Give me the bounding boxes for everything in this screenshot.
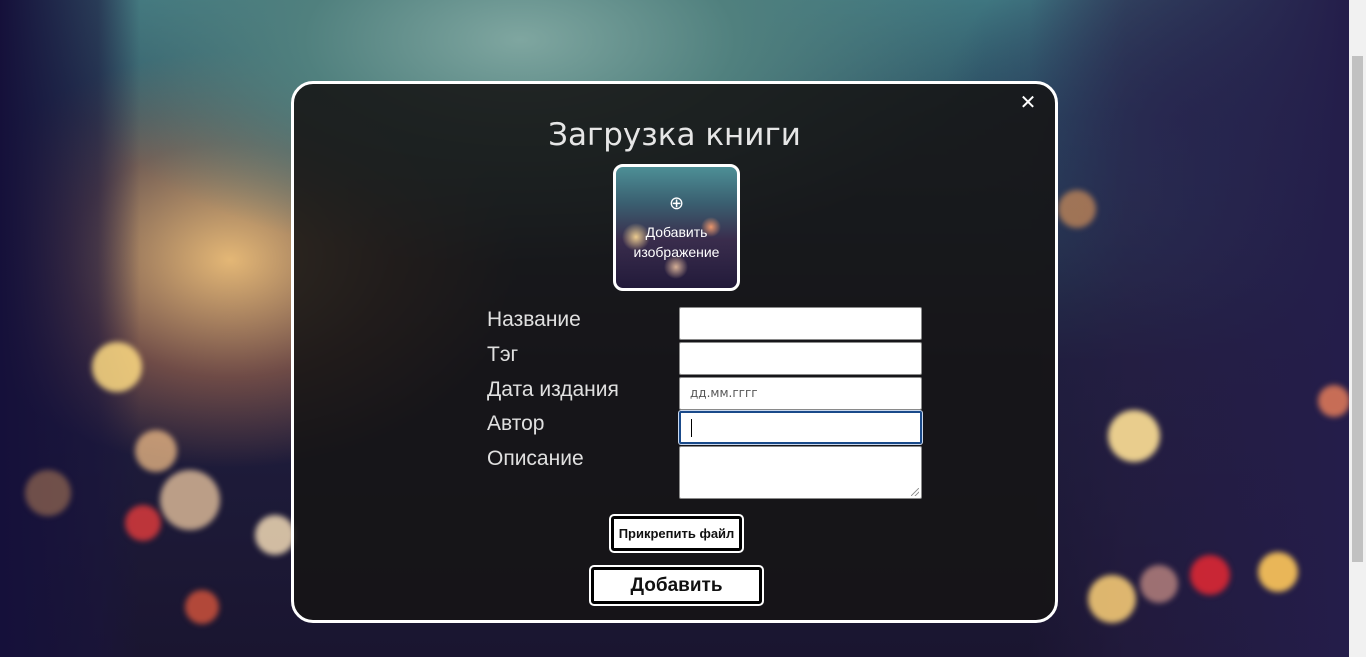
add-image-button[interactable]: ⊕ Добавить изображение [613,164,740,291]
bokeh-light [1140,565,1178,603]
bokeh-light [135,430,177,472]
author-label: Автор [487,412,545,435]
bokeh-light [1058,190,1096,228]
tag-input[interactable] [679,342,922,375]
bokeh-light [185,590,219,624]
plus-circle-icon: ⊕ [668,193,685,214]
modal-title: Загрузка книги [548,117,801,153]
resize-grip-icon[interactable] [911,488,919,496]
title-label: Название [487,308,581,331]
bokeh-light [1318,385,1349,417]
bokeh-light [92,342,142,392]
description-textarea[interactable] [679,446,922,499]
description-label: Описание [487,447,584,470]
bokeh-light [1108,410,1160,462]
author-input[interactable] [679,411,922,444]
background-shade-right [1029,0,1349,657]
add-image-label: Добавить изображение [633,224,720,260]
close-icon[interactable]: ✕ [1017,91,1039,113]
attach-file-button[interactable]: Прикрепить файл [609,514,744,553]
bokeh-light [125,505,161,541]
date-placeholder: дд.мм.гггг [690,386,758,400]
background-shade-left [0,0,140,657]
bokeh-light [160,470,220,530]
publication-date-label: Дата издания [487,378,619,401]
bokeh-light [1088,575,1136,623]
bokeh-light [25,470,71,516]
tag-label: Тэг [487,343,519,366]
bokeh-light [255,515,295,555]
bokeh-light [1258,552,1298,592]
scrollbar-thumb[interactable] [1352,56,1363,562]
bokeh-light [1190,555,1230,595]
upload-book-modal: ✕ Загрузка книги ⊕ Добавить изображение … [291,81,1058,623]
page-scrollbar[interactable] [1349,0,1366,657]
publication-date-input[interactable]: дд.мм.гггг [679,377,922,410]
submit-button[interactable]: Добавить [589,565,764,606]
text-caret [691,419,692,437]
title-input[interactable] [679,307,922,340]
